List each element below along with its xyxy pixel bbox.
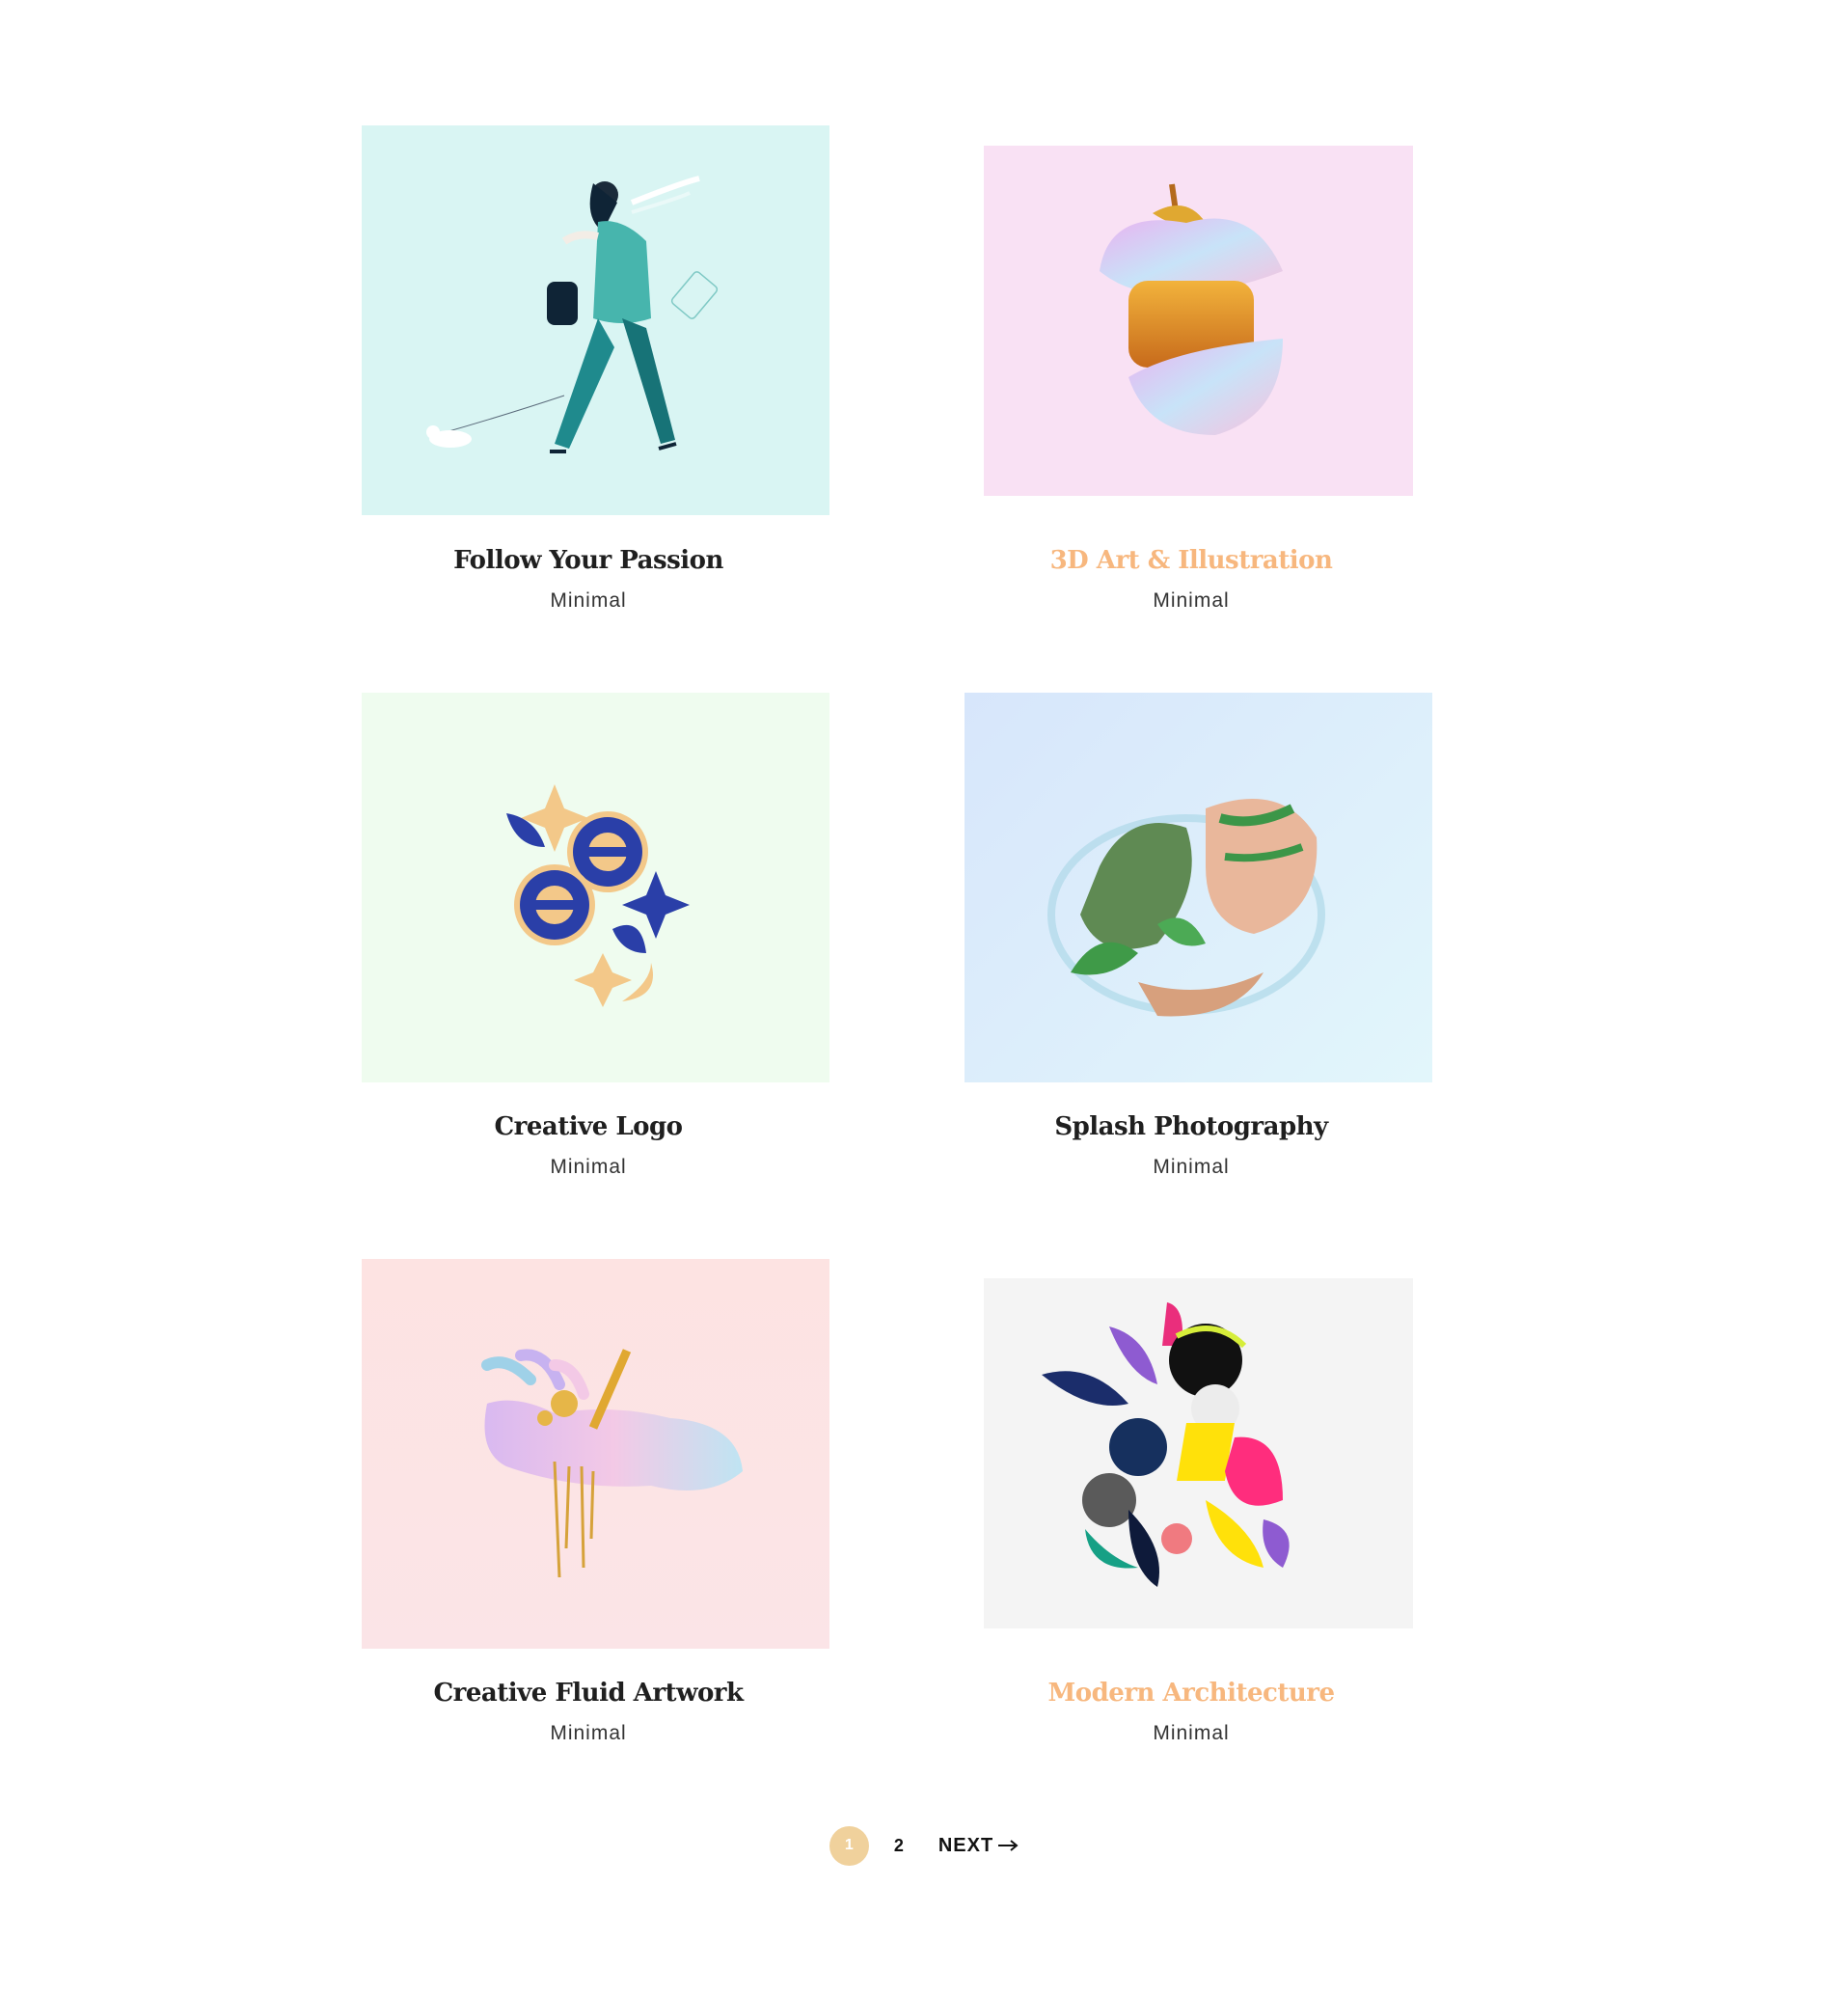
portfolio-thumbnail[interactable] xyxy=(984,1278,1413,1628)
portfolio-item-title[interactable]: Modern Architecture xyxy=(892,1679,1490,1708)
geometric-logo-illustration xyxy=(506,784,690,1007)
walking-woman-illustration xyxy=(426,176,719,453)
pagination-current-page: 1 xyxy=(829,1825,869,1866)
portfolio-item-title[interactable]: Splash Photography xyxy=(892,1112,1490,1141)
arrow-right-icon xyxy=(998,1840,1019,1851)
portfolio-item-category[interactable]: Minimal xyxy=(892,1722,1490,1745)
portfolio-item-category[interactable]: Minimal xyxy=(289,589,887,613)
portfolio-item-category[interactable]: Minimal xyxy=(892,589,1490,613)
portfolio-thumbnail[interactable] xyxy=(984,146,1413,496)
portfolio-item-title[interactable]: 3D Art & Illustration xyxy=(892,546,1490,575)
pagination-page-2[interactable]: 2 xyxy=(894,1836,904,1856)
pagination-next-label: NEXT xyxy=(938,1834,994,1856)
portfolio-item-category[interactable]: Minimal xyxy=(289,1722,887,1745)
3d-apple-illustration xyxy=(1100,183,1283,435)
portfolio-item-title[interactable]: Follow Your Passion xyxy=(289,546,887,575)
portfolio-thumbnail[interactable] xyxy=(362,125,829,515)
collage-artwork xyxy=(1042,1302,1290,1587)
splash-shell-photo xyxy=(1047,799,1325,1017)
portfolio-thumbnail[interactable] xyxy=(362,1259,829,1649)
fluid-hand-artwork xyxy=(481,1349,743,1578)
portfolio-grid: Follow Your Passion Minimal 3D Art & Ill… xyxy=(0,0,1848,1996)
portfolio-item-title[interactable]: Creative Logo xyxy=(289,1112,887,1141)
portfolio-thumbnail[interactable] xyxy=(362,693,829,1082)
portfolio-item-title[interactable]: Creative Fluid Artwork xyxy=(289,1679,887,1708)
pagination: 1 2 NEXT xyxy=(0,1823,1848,1868)
portfolio-thumbnail[interactable] xyxy=(965,693,1432,1082)
portfolio-item-category[interactable]: Minimal xyxy=(892,1156,1490,1179)
portfolio-item-category[interactable]: Minimal xyxy=(289,1156,887,1179)
pagination-next-link[interactable]: NEXT xyxy=(938,1835,1019,1857)
